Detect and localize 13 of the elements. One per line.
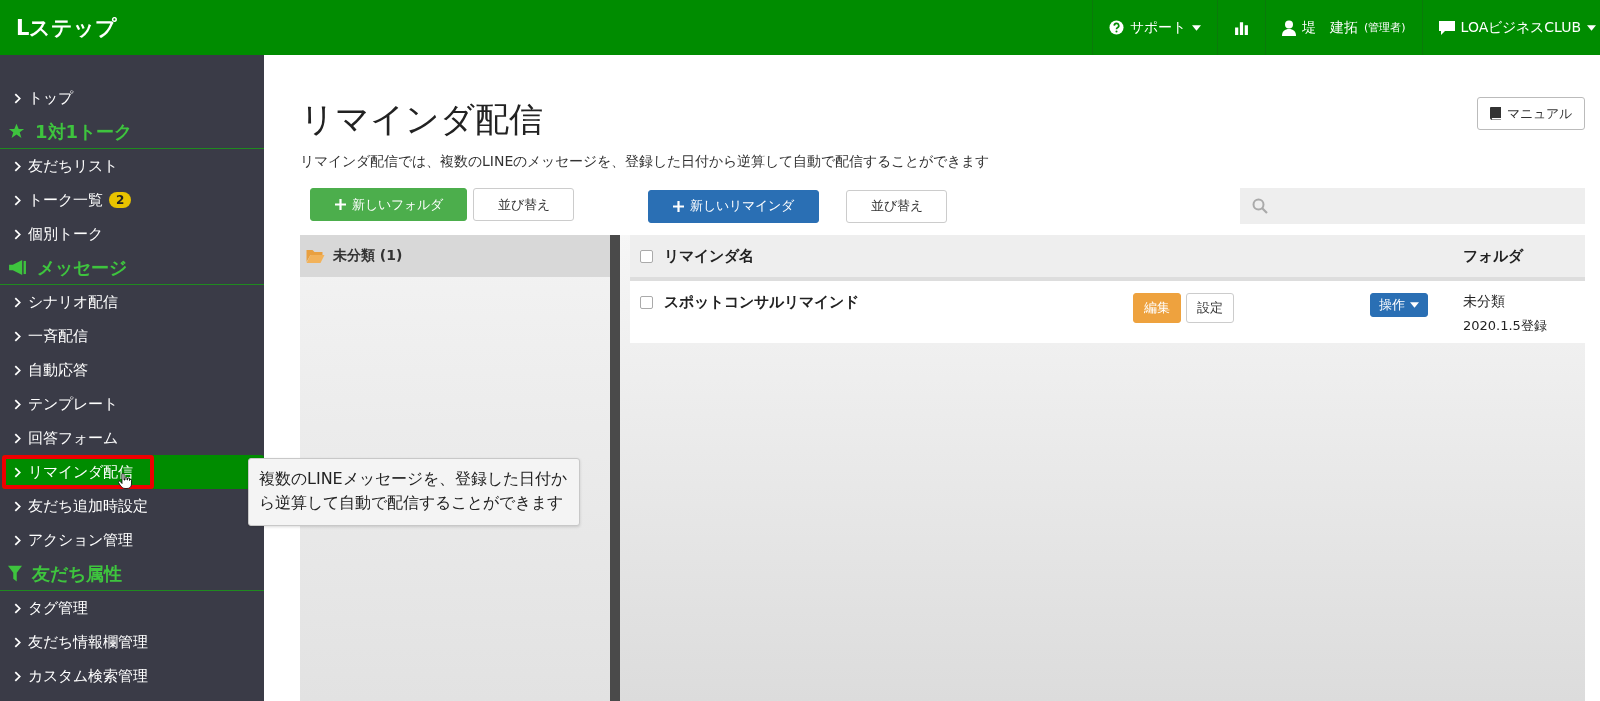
column-header: リマインダ名 xyxy=(664,246,755,266)
count-badge: 2 xyxy=(109,192,132,208)
folder-name: 未分類 (1) xyxy=(333,247,403,265)
page-description: リマインダ配信では、複数のLINEのメッセージを、登録した日付から逆算して自動で配信することができます xyxy=(300,153,991,171)
page-title: リマインダ配信 xyxy=(300,98,543,141)
section-title: 友だち属性 xyxy=(32,561,122,586)
column-header: フォルダ xyxy=(1463,246,1525,266)
registration-date: 2020.1.5登録 xyxy=(1463,317,1548,335)
section-title: 1対1トーク xyxy=(35,119,133,144)
tooltip: 複数のLINEメッセージを、登録した日付から逆算して自動で配信することができます xyxy=(248,458,580,526)
section-title: メッセージ xyxy=(37,255,127,280)
reminder-name: スポットコンサルリマインド xyxy=(664,293,860,312)
folder-name: 未分類 xyxy=(1463,293,1506,311)
